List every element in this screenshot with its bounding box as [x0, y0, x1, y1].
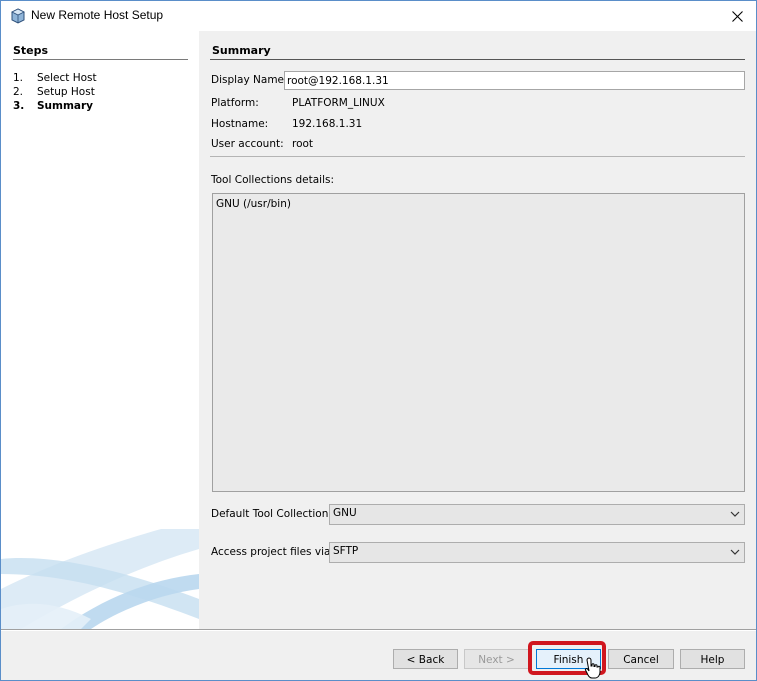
steps-list: 1. Select Host 2. Setup Host 3. Summary — [13, 71, 97, 113]
window-title: New Remote Host Setup — [31, 8, 164, 22]
display-name-label: Display Name: — [211, 74, 288, 86]
steps-divider — [13, 59, 188, 60]
access-project-files-label: Access project files via: — [211, 546, 334, 558]
display-name-input[interactable] — [284, 71, 745, 90]
step-item-summary: 3. Summary — [13, 99, 97, 113]
summary-heading: Summary — [212, 44, 271, 57]
access-project-files-value: SFTP — [333, 545, 359, 557]
help-button[interactable]: Help — [680, 649, 745, 669]
back-button[interactable]: < Back — [393, 649, 458, 669]
platform-label: Platform: — [211, 97, 259, 109]
step-item-select-host: 1. Select Host — [13, 71, 97, 85]
step-number: 2. — [13, 86, 24, 98]
user-account-label: User account: — [211, 138, 284, 150]
step-label: Summary — [37, 100, 94, 112]
tool-collection-entry: GNU (/usr/bin) — [216, 198, 291, 210]
decorative-swoosh-graphic — [1, 529, 199, 629]
step-item-setup-host: 2. Setup Host — [13, 85, 97, 99]
close-button[interactable] — [718, 1, 756, 31]
hostname-value: 192.168.1.31 — [292, 118, 363, 130]
section-separator — [210, 156, 745, 157]
summary-panel: Summary Display Name: Platform: PLATFORM… — [200, 31, 756, 629]
default-tool-collection-value: GNU — [333, 507, 357, 519]
close-icon — [731, 10, 743, 22]
footer-divider-highlight — [1, 630, 756, 631]
cancel-button[interactable]: Cancel — [608, 649, 674, 669]
user-account-value: root — [292, 138, 314, 150]
access-project-files-select[interactable]: SFTP — [329, 542, 745, 563]
tool-collections-details-label: Tool Collections details: — [211, 174, 334, 186]
step-label: Setup Host — [37, 86, 95, 98]
title-bar[interactable]: New Remote Host Setup — [1, 1, 756, 31]
default-tool-collection-select[interactable]: GNU — [329, 504, 745, 525]
hostname-label: Hostname: — [211, 118, 269, 130]
mouse-pointer-hand-icon — [584, 657, 601, 679]
platform-value: PLATFORM_LINUX — [292, 97, 385, 109]
chevron-down-icon — [730, 549, 740, 555]
step-number: 1. — [13, 72, 24, 84]
app-cube-icon — [11, 8, 25, 24]
next-button[interactable]: Next > — [464, 649, 529, 669]
dialog-window: New Remote Host Setup Steps 1. Select Hos… — [0, 0, 757, 681]
steps-heading: Steps — [13, 44, 49, 57]
step-label: Select Host — [37, 72, 97, 84]
default-tool-collection-label: Default Tool Collection: — [211, 508, 332, 520]
summary-divider — [210, 59, 745, 60]
step-number: 3. — [13, 100, 25, 112]
steps-panel: Steps 1. Select Host 2. Setup Host 3. Summa… — [1, 31, 199, 629]
tool-collections-details-box[interactable]: GNU (/usr/bin) — [212, 193, 745, 492]
chevron-down-icon — [730, 511, 740, 517]
